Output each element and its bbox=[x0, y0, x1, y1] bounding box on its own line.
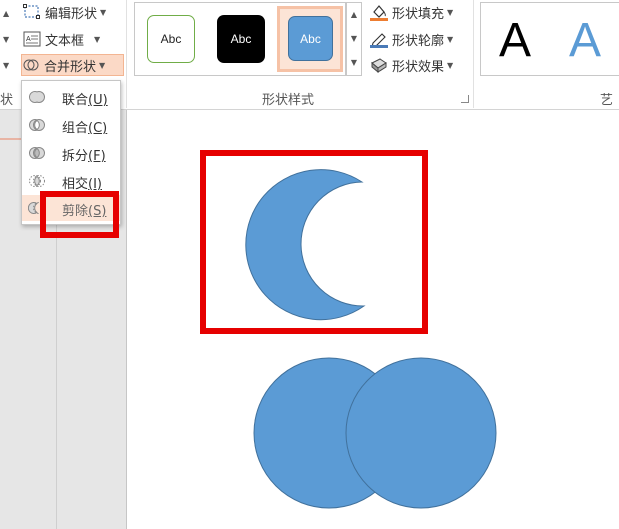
left-scroll-down[interactable]: ▼ bbox=[0, 28, 9, 50]
menu-item-intersect-label: 相交(I) bbox=[62, 177, 102, 192]
intersect-icon bbox=[28, 172, 46, 190]
merge-shapes-label: 合并形状 bbox=[44, 59, 97, 75]
wordart-style-black[interactable]: A bbox=[499, 11, 531, 71]
chevron-down-icon: ▼ bbox=[100, 7, 107, 17]
shape-styles-group-label: 形状样式 bbox=[262, 93, 315, 108]
text-box-button[interactable]: A 文本框 ▼ bbox=[23, 28, 100, 50]
shape-style-swatch-selected[interactable]: Abc bbox=[277, 6, 343, 72]
shape-fill-button[interactable]: 形状填充 ▼ bbox=[370, 1, 453, 23]
circle-shape-right bbox=[345, 357, 497, 509]
chevron-down-icon: ▼ bbox=[447, 60, 454, 70]
merge-shapes-button[interactable]: 合并形状 ▼ bbox=[21, 54, 124, 76]
chevron-down-icon: ▼ bbox=[99, 60, 106, 70]
shape-style-swatch-outline-green[interactable]: Abc bbox=[147, 15, 195, 63]
merge-shapes-icon bbox=[22, 57, 40, 73]
gallery-scroll-down[interactable]: ▼ bbox=[347, 27, 361, 51]
menu-item-combine-label: 组合(C) bbox=[62, 121, 108, 136]
edit-points-icon bbox=[23, 4, 41, 20]
combine-icon bbox=[28, 116, 46, 134]
menu-item-combine[interactable]: 组合(C) bbox=[22, 112, 120, 138]
text-box-icon: A bbox=[23, 31, 41, 47]
result-highlight-box bbox=[200, 150, 428, 334]
left-scroll-more[interactable]: ▼ bbox=[0, 54, 9, 76]
edit-shape-label: 编辑形状 bbox=[45, 6, 98, 22]
chevron-down-icon: ▼ bbox=[94, 34, 101, 44]
menu-item-union[interactable]: 联合(U) bbox=[22, 84, 120, 110]
paint-bucket-icon bbox=[370, 4, 388, 21]
group-separator bbox=[126, 0, 127, 108]
shape-styles-gallery: Abc Abc Abc bbox=[134, 2, 346, 76]
insert-shapes-group-label: 状 bbox=[0, 93, 14, 108]
group-separator bbox=[473, 0, 474, 108]
chevron-down-icon: ▼ bbox=[447, 34, 454, 44]
subtract-highlight-box bbox=[40, 191, 119, 238]
shape-outline-label: 形状轮廓 bbox=[392, 33, 445, 49]
left-scroll-up[interactable]: ▲ bbox=[0, 2, 9, 24]
shape-fill-label: 形状填充 bbox=[392, 6, 445, 22]
shape-effects-label: 形状效果 bbox=[392, 59, 445, 75]
gallery-scrollbar: ▲ ▼ ▼ bbox=[346, 2, 362, 76]
fragment-icon bbox=[28, 144, 46, 162]
shape-effects-button[interactable]: 形状效果 ▼ bbox=[370, 54, 453, 76]
menu-item-fragment-label: 拆分(F) bbox=[62, 149, 106, 164]
menu-item-fragment[interactable]: 拆分(F) bbox=[22, 140, 120, 166]
wordart-group-label: 艺 bbox=[600, 93, 614, 108]
pencil-icon bbox=[370, 31, 388, 48]
wordart-styles-gallery: A A bbox=[480, 2, 619, 76]
menu-item-union-label: 联合(U) bbox=[62, 93, 108, 108]
gallery-scroll-up[interactable]: ▲ bbox=[347, 3, 361, 27]
shape-style-swatch-blue: Abc bbox=[288, 16, 333, 61]
wordart-style-blue[interactable]: A bbox=[569, 11, 601, 71]
dialog-launcher-icon[interactable] bbox=[461, 95, 469, 103]
shape-outline-button[interactable]: 形状轮廓 ▼ bbox=[370, 28, 453, 50]
edit-shape-button[interactable]: 编辑形状 ▼ bbox=[23, 1, 106, 23]
text-box-label: 文本框 bbox=[45, 33, 85, 49]
shape-style-swatch-black[interactable]: Abc bbox=[217, 15, 265, 63]
union-icon bbox=[28, 88, 46, 106]
shape-effects-icon bbox=[370, 57, 388, 73]
svg-text:A: A bbox=[26, 36, 31, 43]
chevron-down-icon: ▼ bbox=[447, 7, 454, 17]
gallery-more[interactable]: ▼ bbox=[347, 51, 361, 75]
